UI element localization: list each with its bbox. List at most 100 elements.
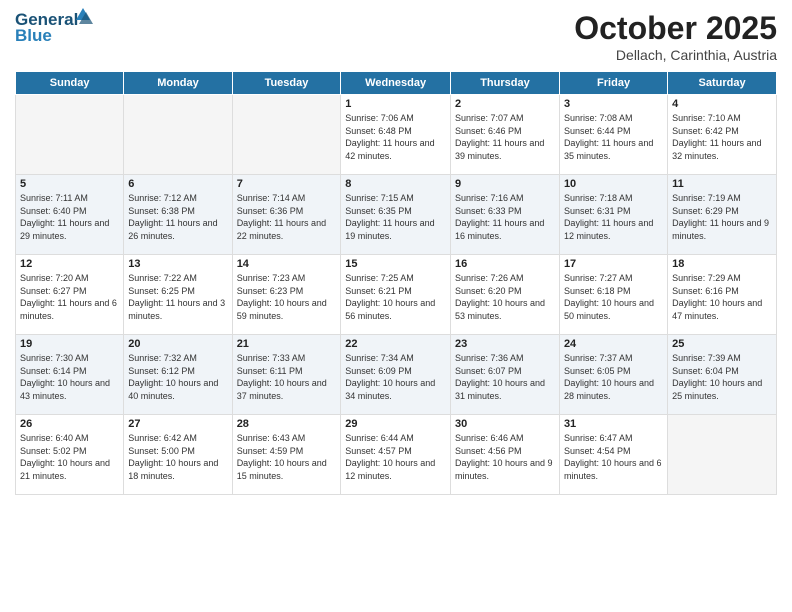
table-row	[232, 95, 341, 175]
day-number: 21	[237, 338, 337, 350]
day-info: Sunrise: 7:11 AM Sunset: 6:40 PM Dayligh…	[20, 192, 119, 242]
calendar-week-row: 19 Sunrise: 7:30 AM Sunset: 6:14 PM Dayl…	[16, 335, 777, 415]
day-info: Sunrise: 7:14 AM Sunset: 6:36 PM Dayligh…	[237, 192, 337, 242]
day-info: Sunrise: 7:27 AM Sunset: 6:18 PM Dayligh…	[564, 272, 663, 322]
day-number: 12	[20, 258, 119, 270]
header-wednesday: Wednesday	[341, 72, 451, 95]
day-number: 31	[564, 418, 663, 430]
table-row: 22 Sunrise: 7:34 AM Sunset: 6:09 PM Dayl…	[341, 335, 451, 415]
table-row: 23 Sunrise: 7:36 AM Sunset: 6:07 PM Dayl…	[450, 335, 559, 415]
table-row	[16, 95, 124, 175]
table-row: 8 Sunrise: 7:15 AM Sunset: 6:35 PM Dayli…	[341, 175, 451, 255]
table-row: 12 Sunrise: 7:20 AM Sunset: 6:27 PM Dayl…	[16, 255, 124, 335]
days-header-row: Sunday Monday Tuesday Wednesday Thursday…	[16, 72, 777, 95]
table-row: 3 Sunrise: 7:08 AM Sunset: 6:44 PM Dayli…	[559, 95, 667, 175]
day-info: Sunrise: 7:29 AM Sunset: 6:16 PM Dayligh…	[672, 272, 772, 322]
day-number: 11	[672, 178, 772, 190]
table-row: 29 Sunrise: 6:44 AM Sunset: 4:57 PM Dayl…	[341, 415, 451, 495]
day-info: Sunrise: 7:39 AM Sunset: 6:04 PM Dayligh…	[672, 352, 772, 402]
day-info: Sunrise: 7:22 AM Sunset: 6:25 PM Dayligh…	[128, 272, 227, 322]
day-number: 3	[564, 98, 663, 110]
header-thursday: Thursday	[450, 72, 559, 95]
day-number: 7	[237, 178, 337, 190]
calendar-table: Sunday Monday Tuesday Wednesday Thursday…	[15, 71, 777, 495]
day-number: 15	[345, 258, 446, 270]
day-number: 1	[345, 98, 446, 110]
day-info: Sunrise: 7:30 AM Sunset: 6:14 PM Dayligh…	[20, 352, 119, 402]
day-number: 5	[20, 178, 119, 190]
table-row: 9 Sunrise: 7:16 AM Sunset: 6:33 PM Dayli…	[450, 175, 559, 255]
day-info: Sunrise: 7:18 AM Sunset: 6:31 PM Dayligh…	[564, 192, 663, 242]
day-number: 26	[20, 418, 119, 430]
table-row: 7 Sunrise: 7:14 AM Sunset: 6:36 PM Dayli…	[232, 175, 341, 255]
day-number: 6	[128, 178, 227, 190]
table-row: 27 Sunrise: 6:42 AM Sunset: 5:00 PM Dayl…	[124, 415, 232, 495]
day-number: 30	[455, 418, 555, 430]
day-number: 27	[128, 418, 227, 430]
table-row: 18 Sunrise: 7:29 AM Sunset: 6:16 PM Dayl…	[668, 255, 777, 335]
logo: General Blue	[15, 10, 96, 46]
day-number: 25	[672, 338, 772, 350]
header-saturday: Saturday	[668, 72, 777, 95]
header-monday: Monday	[124, 72, 232, 95]
table-row: 28 Sunrise: 6:43 AM Sunset: 4:59 PM Dayl…	[232, 415, 341, 495]
table-row	[668, 415, 777, 495]
table-row: 10 Sunrise: 7:18 AM Sunset: 6:31 PM Dayl…	[559, 175, 667, 255]
day-info: Sunrise: 6:47 AM Sunset: 4:54 PM Dayligh…	[564, 432, 663, 482]
day-number: 19	[20, 338, 119, 350]
day-info: Sunrise: 7:26 AM Sunset: 6:20 PM Dayligh…	[455, 272, 555, 322]
day-number: 10	[564, 178, 663, 190]
day-number: 23	[455, 338, 555, 350]
table-row: 16 Sunrise: 7:26 AM Sunset: 6:20 PM Dayl…	[450, 255, 559, 335]
table-row: 21 Sunrise: 7:33 AM Sunset: 6:11 PM Dayl…	[232, 335, 341, 415]
table-row: 17 Sunrise: 7:27 AM Sunset: 6:18 PM Dayl…	[559, 255, 667, 335]
table-row: 4 Sunrise: 7:10 AM Sunset: 6:42 PM Dayli…	[668, 95, 777, 175]
table-row: 24 Sunrise: 7:37 AM Sunset: 6:05 PM Dayl…	[559, 335, 667, 415]
calendar-week-row: 12 Sunrise: 7:20 AM Sunset: 6:27 PM Dayl…	[16, 255, 777, 335]
day-number: 13	[128, 258, 227, 270]
header-tuesday: Tuesday	[232, 72, 341, 95]
day-info: Sunrise: 7:20 AM Sunset: 6:27 PM Dayligh…	[20, 272, 119, 322]
day-number: 14	[237, 258, 337, 270]
day-number: 20	[128, 338, 227, 350]
table-row: 15 Sunrise: 7:25 AM Sunset: 6:21 PM Dayl…	[341, 255, 451, 335]
day-number: 8	[345, 178, 446, 190]
table-row: 26 Sunrise: 6:40 AM Sunset: 5:02 PM Dayl…	[16, 415, 124, 495]
table-row: 6 Sunrise: 7:12 AM Sunset: 6:38 PM Dayli…	[124, 175, 232, 255]
header: General Blue October 2025 Dellach, Carin…	[15, 10, 777, 63]
day-info: Sunrise: 7:07 AM Sunset: 6:46 PM Dayligh…	[455, 112, 555, 162]
table-row: 1 Sunrise: 7:06 AM Sunset: 6:48 PM Dayli…	[341, 95, 451, 175]
day-info: Sunrise: 7:15 AM Sunset: 6:35 PM Dayligh…	[345, 192, 446, 242]
day-info: Sunrise: 7:19 AM Sunset: 6:29 PM Dayligh…	[672, 192, 772, 242]
calendar-week-row: 5 Sunrise: 7:11 AM Sunset: 6:40 PM Dayli…	[16, 175, 777, 255]
day-info: Sunrise: 7:12 AM Sunset: 6:38 PM Dayligh…	[128, 192, 227, 242]
day-number: 29	[345, 418, 446, 430]
day-number: 22	[345, 338, 446, 350]
day-info: Sunrise: 7:33 AM Sunset: 6:11 PM Dayligh…	[237, 352, 337, 402]
day-number: 28	[237, 418, 337, 430]
location: Dellach, Carinthia, Austria	[574, 47, 777, 63]
day-info: Sunrise: 7:25 AM Sunset: 6:21 PM Dayligh…	[345, 272, 446, 322]
table-row: 20 Sunrise: 7:32 AM Sunset: 6:12 PM Dayl…	[124, 335, 232, 415]
day-info: Sunrise: 6:44 AM Sunset: 4:57 PM Dayligh…	[345, 432, 446, 482]
table-row: 11 Sunrise: 7:19 AM Sunset: 6:29 PM Dayl…	[668, 175, 777, 255]
day-number: 18	[672, 258, 772, 270]
table-row: 30 Sunrise: 6:46 AM Sunset: 4:56 PM Dayl…	[450, 415, 559, 495]
month-title: October 2025	[574, 10, 777, 47]
table-row	[124, 95, 232, 175]
calendar-week-row: 26 Sunrise: 6:40 AM Sunset: 5:02 PM Dayl…	[16, 415, 777, 495]
title-block: October 2025 Dellach, Carinthia, Austria	[574, 10, 777, 63]
table-row: 13 Sunrise: 7:22 AM Sunset: 6:25 PM Dayl…	[124, 255, 232, 335]
table-row: 14 Sunrise: 7:23 AM Sunset: 6:23 PM Dayl…	[232, 255, 341, 335]
table-row: 2 Sunrise: 7:07 AM Sunset: 6:46 PM Dayli…	[450, 95, 559, 175]
table-row: 31 Sunrise: 6:47 AM Sunset: 4:54 PM Dayl…	[559, 415, 667, 495]
day-info: Sunrise: 7:08 AM Sunset: 6:44 PM Dayligh…	[564, 112, 663, 162]
table-row: 25 Sunrise: 7:39 AM Sunset: 6:04 PM Dayl…	[668, 335, 777, 415]
page: General Blue October 2025 Dellach, Carin…	[0, 0, 792, 612]
day-info: Sunrise: 7:37 AM Sunset: 6:05 PM Dayligh…	[564, 352, 663, 402]
day-info: Sunrise: 7:10 AM Sunset: 6:42 PM Dayligh…	[672, 112, 772, 162]
day-info: Sunrise: 7:36 AM Sunset: 6:07 PM Dayligh…	[455, 352, 555, 402]
table-row: 5 Sunrise: 7:11 AM Sunset: 6:40 PM Dayli…	[16, 175, 124, 255]
header-friday: Friday	[559, 72, 667, 95]
day-info: Sunrise: 7:23 AM Sunset: 6:23 PM Dayligh…	[237, 272, 337, 322]
